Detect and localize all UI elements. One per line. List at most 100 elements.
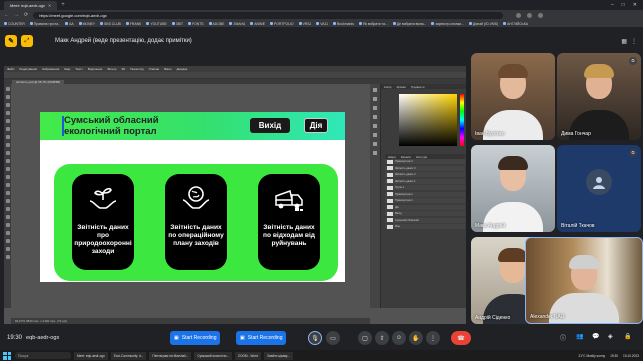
bookmark-item[interactable]: Як вибрати та...: [359, 22, 388, 26]
reload-icon[interactable]: ⟳: [24, 12, 28, 18]
photoshop-tool-icon[interactable]: [5, 255, 10, 259]
panel-tab[interactable]: Колір: [384, 85, 391, 89]
camera-button[interactable]: ▭: [326, 331, 340, 345]
people-icon[interactable]: 👥: [576, 333, 583, 340]
participant-tile[interactable]: ⦸ Віталій Ткачов: [557, 145, 641, 232]
photoshop-tool-icon[interactable]: [5, 191, 10, 195]
layer-row[interactable]: Група 1: [385, 185, 465, 190]
minimize-icon[interactable]: –: [611, 2, 614, 8]
hue-slider[interactable]: [460, 94, 464, 146]
participant-tile[interactable]: ⦸ Дима Гончар: [557, 53, 641, 140]
bookmark-item[interactable]: Правила гри на..: [29, 22, 60, 26]
bookmark-item[interactable]: зареєстр-кнопки...: [431, 22, 464, 26]
lock-icon[interactable]: 🔒: [624, 333, 631, 340]
bookmark-item[interactable]: SBS CLUB: [100, 22, 121, 26]
bookmark-item[interactable]: ЗВІТ: [171, 22, 183, 26]
photoshop-tool-icon[interactable]: [5, 183, 10, 187]
photoshop-tool-icon[interactable]: [5, 103, 10, 107]
leave-call-button[interactable]: ☎: [451, 331, 471, 345]
taskbar-search[interactable]: Пошук: [15, 352, 71, 359]
photoshop-tool-icon[interactable]: [5, 119, 10, 123]
bookmark-item[interactable]: Bookmarks: [333, 22, 354, 26]
panel-toggle-icon[interactable]: [373, 124, 377, 128]
panel-tab[interactable]: Шари: [388, 155, 396, 159]
bookmark-item[interactable]: VRSJ: [298, 22, 311, 26]
photoshop-menu-item[interactable]: Перегляд: [130, 67, 143, 71]
tray-clock[interactable]: 19:30: [610, 354, 618, 358]
doc-tab[interactable]: звітність.psd @ 66,7% (RGB/8#): [12, 79, 65, 84]
more-options-icon[interactable]: ⋮: [631, 38, 637, 45]
layer-row[interactable]: Фон: [385, 224, 465, 229]
panel-tab[interactable]: Зразки: [396, 85, 405, 89]
participant-tile-speaking[interactable]: Alexander NAU: [525, 237, 643, 324]
new-tab-icon[interactable]: +: [61, 2, 65, 8]
reactions-button[interactable]: ☺: [392, 331, 406, 345]
layer-row[interactable]: Звітність даних 3: [385, 165, 465, 171]
photoshop-menu-item[interactable]: Файл: [7, 67, 14, 71]
photoshop-menu-item[interactable]: Плагіни: [149, 67, 160, 71]
photoshop-tool-icon[interactable]: [5, 87, 10, 91]
layer-row[interactable]: Прямокутник 3: [385, 159, 465, 164]
color-picker-field[interactable]: [399, 94, 457, 146]
layer-row[interactable]: Прямокутник 2: [385, 191, 465, 197]
photoshop-tool-icon[interactable]: [5, 175, 10, 179]
layer-row[interactable]: Дія: [385, 204, 465, 210]
layout-icon[interactable]: ▦: [621, 38, 627, 45]
layer-row[interactable]: Звітність даних 2: [385, 172, 465, 177]
layer-row[interactable]: Вихід: [385, 211, 465, 216]
close-window-icon[interactable]: ✕: [633, 2, 637, 8]
bookmark-item[interactable]: COUNTER: [4, 22, 25, 26]
photoshop-tool-icon[interactable]: [5, 111, 10, 115]
bookmark-item[interactable]: VA11: [316, 22, 328, 26]
bookmark-item[interactable]: FONTS: [188, 22, 204, 26]
pin-presentation-icon[interactable]: ✎: [5, 35, 17, 47]
microphone-button[interactable]: 🎙: [308, 331, 322, 345]
present-button[interactable]: ⇧: [375, 331, 389, 345]
fullscreen-icon[interactable]: ⤢: [21, 35, 33, 47]
url-field[interactable]: https://meet.google.com/eqb-aedr-ogx: [33, 11, 504, 19]
forward-icon[interactable]: →: [14, 12, 19, 18]
photoshop-tool-icon[interactable]: [5, 143, 10, 147]
bookmark-item[interactable]: PORTFOLIO: [270, 22, 294, 26]
taskbar-app[interactable]: Ecol-Community: d...: [110, 351, 147, 360]
action-button[interactable]: Дія: [304, 118, 328, 133]
panel-tab[interactable]: Контури: [416, 155, 427, 159]
panel-toggle-icon[interactable]: [373, 151, 377, 155]
more-button[interactable]: ⋮: [426, 331, 440, 345]
windows-start-icon[interactable]: [3, 351, 11, 360]
taskbar-app[interactable]: Сумський екологічн...: [194, 351, 233, 360]
panel-toggle-icon[interactable]: [373, 97, 377, 101]
exit-button[interactable]: Вихід: [250, 118, 290, 133]
bookmark-item[interactable]: FRANK: [125, 22, 141, 26]
back-icon[interactable]: ←: [4, 12, 9, 18]
layer-row[interactable]: Прямокутник 1: [385, 198, 465, 203]
bookmark-item[interactable]: MONEY: [78, 22, 95, 26]
info-icon[interactable]: ⓘ: [560, 333, 566, 342]
close-tab-icon[interactable]: ✕: [48, 3, 51, 8]
bookmark-item[interactable]: ADOBE: [208, 22, 224, 26]
bookmark-item[interactable]: ANIME: [250, 22, 265, 26]
panel-toggle-icon[interactable]: [373, 106, 377, 110]
bookmark-item[interactable]: Де вибрати вікна...: [392, 22, 426, 26]
photoshop-menu-item[interactable]: Редагування: [19, 67, 37, 71]
photoshop-menu-item[interactable]: Довідка: [177, 67, 188, 71]
photoshop-tool-icon[interactable]: [5, 231, 10, 235]
photoshop-tool-icon[interactable]: [5, 167, 10, 171]
maximize-icon[interactable]: □: [622, 2, 625, 8]
taskbar-app[interactable]: ZOOM - Word: [235, 351, 261, 360]
photoshop-menu-item[interactable]: Зображення: [42, 67, 59, 71]
tray-date[interactable]: 15.10.2023: [623, 354, 639, 358]
photoshop-menu-item[interactable]: Виділення: [88, 67, 102, 71]
start-recording-button[interactable]: ▣ Start Recording: [236, 331, 287, 345]
report-card-environment[interactable]: Звітність даних про природоохоронні захо…: [72, 174, 134, 270]
photoshop-tool-icon[interactable]: [5, 247, 10, 251]
taskbar-app[interactable]: Meet: eqb-aedr-ogx: [74, 351, 108, 360]
raise-hand-button[interactable]: ✋: [409, 331, 423, 345]
browser-tab[interactable]: Meet: eqb-aedr-ogx ✕: [4, 0, 58, 10]
panel-toggle-icon[interactable]: [373, 133, 377, 137]
photoshop-tool-icon[interactable]: [5, 127, 10, 131]
bookmark-item[interactable]: АНГЛІЙСЬКА: [503, 22, 528, 26]
photoshop-tool-icon[interactable]: [5, 207, 10, 211]
layer-row[interactable]: Сумський обласний: [385, 217, 465, 223]
report-card-waste[interactable]: Звітність даних по відходам від руйнуван…: [258, 174, 320, 270]
